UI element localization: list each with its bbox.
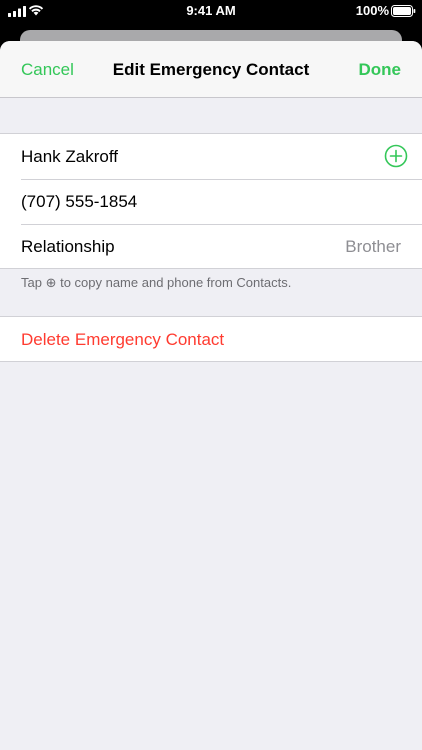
delete-contact-button[interactable]: Delete Emergency Contact xyxy=(21,330,224,350)
battery-percentage: 100% xyxy=(355,3,389,18)
done-button[interactable]: Done xyxy=(359,60,402,80)
relationship-label: Relationship xyxy=(21,237,115,256)
footer-note: Tap ⊕ to copy name and phone from Contac… xyxy=(21,275,292,290)
relationship-row[interactable]: Relationship Brother xyxy=(0,224,422,269)
phone-field[interactable]: (707) 555-1854 xyxy=(21,192,137,212)
relationship-value[interactable]: Brother xyxy=(345,237,401,257)
name-row[interactable]: Hank Zakroff xyxy=(0,134,422,179)
navigation-bar: Cancel Edit Emergency Contact Done xyxy=(0,41,422,98)
phone-row[interactable]: (707) 555-1854 xyxy=(0,179,422,224)
delete-group: Delete Emergency Contact xyxy=(0,316,422,362)
battery-icon xyxy=(391,5,416,17)
contact-form-group: Hank Zakroff (707) 555-1854 Relationship… xyxy=(0,133,422,269)
add-circle-icon[interactable] xyxy=(384,144,408,168)
status-bar: 9:41 AM 100% xyxy=(0,0,422,22)
modal-sheet: Cancel Edit Emergency Contact Done Hank … xyxy=(0,41,422,750)
name-field[interactable]: Hank Zakroff xyxy=(21,147,118,167)
